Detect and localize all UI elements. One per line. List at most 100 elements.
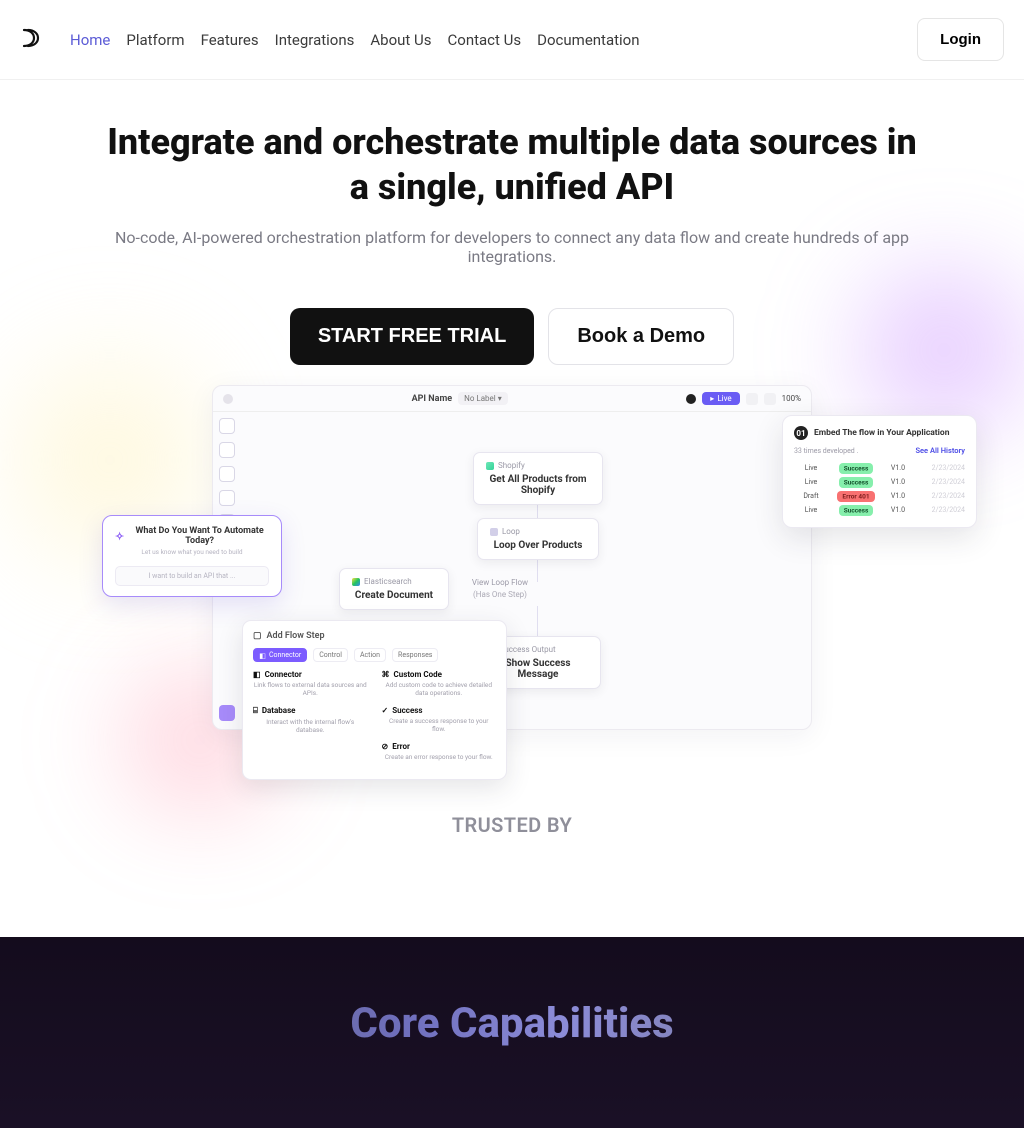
status-dot-icon xyxy=(686,394,696,404)
chip-control: Control xyxy=(313,648,348,662)
list-item: ⊘Error Create an error response to your … xyxy=(382,742,497,761)
add-step-title: Add Flow Step xyxy=(267,631,325,641)
nav-integrations[interactable]: Integrations xyxy=(275,31,355,49)
node-title: Get All Products from Shopify xyxy=(486,474,590,496)
zoom-level: 100% xyxy=(782,394,801,403)
mock-api-title: API Name xyxy=(412,394,453,404)
automate-panel: ✧ What Do You Want To Automate Today? Le… xyxy=(102,515,282,597)
row-date: 2/23/2024 xyxy=(918,492,965,500)
plus-icon: ▢ xyxy=(253,631,262,641)
embed-title: Embed The flow in Your Application xyxy=(814,428,950,438)
item-desc: Create an error response to your flow. xyxy=(382,753,497,761)
avatar-icon xyxy=(223,394,233,404)
chip-label: Action xyxy=(360,651,380,659)
check-icon: ✓ xyxy=(382,706,389,715)
flow-node-loop: Loop Loop Over Products xyxy=(477,518,599,560)
nav-features[interactable]: Features xyxy=(201,31,259,49)
toolbar-icon xyxy=(764,393,776,405)
live-label: Live xyxy=(717,394,731,403)
step-number: 01 xyxy=(794,426,808,440)
hero-section: Integrate and orchestrate multiple data … xyxy=(0,80,1024,837)
database-icon: ⌸ xyxy=(253,706,258,716)
sparkle-icon: ✧ xyxy=(115,530,124,543)
nav-contact[interactable]: Contact Us xyxy=(448,31,522,49)
node-subtitle: (Has One Step) xyxy=(467,590,533,599)
row-status: Live xyxy=(794,464,828,472)
row-date: 2/23/2024 xyxy=(918,464,965,472)
sidebar-icon xyxy=(219,442,235,458)
table-row: DraftError 401V1.02/23/2024 xyxy=(794,489,965,503)
automate-input: I want to build an API that ... xyxy=(115,566,269,586)
nav-links: Home Platform Features Integrations Abou… xyxy=(70,31,917,49)
item-desc: Create a success response to your flow. xyxy=(382,717,497,734)
shopify-icon xyxy=(486,462,494,470)
list-item: ✓Success Create a success response to yo… xyxy=(382,706,497,734)
status-badge: Success xyxy=(834,464,878,472)
flow-node-viewloop: View Loop Flow (Has One Step) xyxy=(455,570,545,607)
flow-node-shopify: Shopify Get All Products from Shopify xyxy=(473,452,603,505)
status-badge: Success xyxy=(834,506,878,514)
elasticsearch-icon xyxy=(352,578,360,586)
mock-label-dropdown: No Label ▾ xyxy=(458,392,508,405)
node-title: Loop Over Products xyxy=(490,540,586,551)
sidebar-icon xyxy=(219,418,235,434)
nav-platform[interactable]: Platform xyxy=(126,31,184,49)
sidebar-icon xyxy=(219,490,235,506)
hero-ctas: START FREE TRIAL Book a Demo xyxy=(40,308,984,365)
node-title: Create Document xyxy=(352,590,436,601)
item-desc: Link flows to external data sources and … xyxy=(253,681,368,698)
status-badge: Success xyxy=(834,478,878,486)
trusted-by-label: TRUSTED BY xyxy=(40,813,984,837)
live-button: ▸ Live xyxy=(702,392,739,405)
item-title: Custom Code xyxy=(394,670,442,679)
nav-home[interactable]: Home xyxy=(70,31,110,49)
row-version: V1.0 xyxy=(884,464,912,472)
sidebar-icon xyxy=(219,466,235,482)
node-tag: Elasticsearch xyxy=(364,577,412,586)
automate-subtitle: Let us know what you need to build xyxy=(115,548,269,556)
error-icon: ⊘ xyxy=(382,742,389,751)
list-item: ⌘ Custom Code Add custom code to achieve … xyxy=(382,670,497,698)
hero-subtitle: No-code, AI-powered orchestration platfo… xyxy=(82,228,942,266)
mock-header: API Name No Label ▾ ▸ Live 100% xyxy=(213,386,811,412)
node-tag: Loop xyxy=(502,527,520,536)
status-badge: Error 401 xyxy=(834,492,878,500)
item-desc: Interact with the internal flow's databa… xyxy=(253,718,368,735)
row-version: V1.0 xyxy=(884,478,912,486)
start-free-trial-button[interactable]: START FREE TRIAL xyxy=(290,308,535,365)
nav-documentation[interactable]: Documentation xyxy=(537,31,639,49)
item-desc: Add custom code to achieve detailed data… xyxy=(382,681,497,698)
embed-panel: 01 Embed The flow in Your Application 33… xyxy=(782,415,977,528)
flow-node-elasticsearch: Elasticsearch Create Document xyxy=(339,568,449,610)
loop-icon xyxy=(490,528,498,536)
embed-count: 33 times developed . xyxy=(794,447,858,455)
sidebar-accent-icon xyxy=(219,705,235,721)
row-status: Live xyxy=(794,506,828,514)
table-row: Live Success V1.0 2/23/2024 xyxy=(794,503,965,517)
item-title: Database xyxy=(262,706,296,715)
nav-about[interactable]: About Us xyxy=(370,31,431,49)
flow-edge xyxy=(537,606,538,638)
book-demo-button[interactable]: Book a Demo xyxy=(548,308,734,365)
code-icon: ⌘ xyxy=(382,670,390,679)
play-icon: ▸ xyxy=(710,394,714,403)
table-row: Live Success V1.0 2/23/2024 xyxy=(794,461,965,475)
login-button[interactable]: Login xyxy=(917,18,1004,61)
row-date: 2/23/2024 xyxy=(918,506,965,514)
node-title: View Loop Flow xyxy=(472,578,528,587)
table-row: LiveSuccessV1.02/23/2024 xyxy=(794,475,965,489)
add-step-panel: ▢Add Flow Step ◧Connector Control Action… xyxy=(242,620,507,780)
logo-icon xyxy=(20,25,46,55)
list-item: ⌸ Database Interact with the internal flo… xyxy=(253,706,368,735)
mock-sidebar xyxy=(219,418,237,530)
add-step-chips: ◧Connector Control Action Responses xyxy=(253,648,496,662)
connector-icon: ◧ xyxy=(253,670,261,679)
item-title: Error xyxy=(392,742,410,751)
list-item: ◧Connector Link flows to external data s… xyxy=(253,670,368,698)
hero-title: Integrate and orchestrate multiple data … xyxy=(102,120,922,210)
chip-label: Connector xyxy=(269,651,301,659)
chip-connector: ◧Connector xyxy=(253,648,307,662)
row-version: V1.0 xyxy=(884,506,912,514)
chip-label: Responses xyxy=(398,651,432,659)
toolbar-icon xyxy=(746,393,758,405)
